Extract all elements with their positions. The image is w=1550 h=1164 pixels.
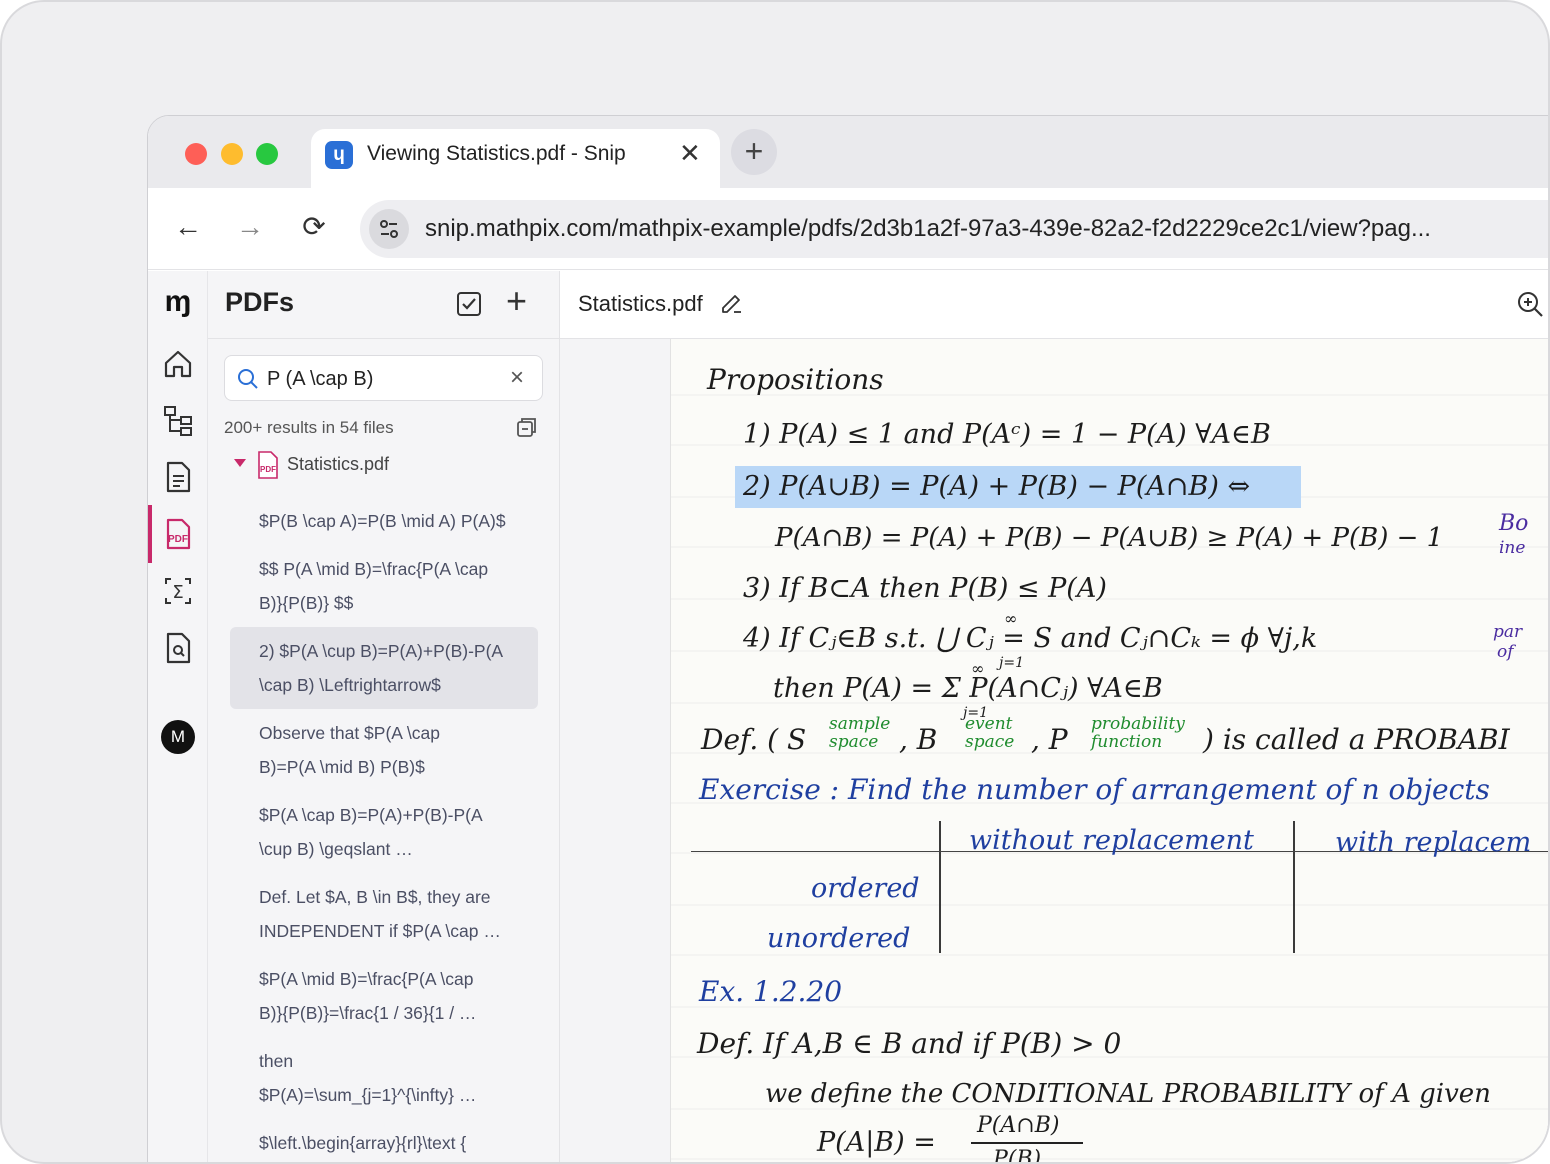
conditional-formula-denominator: P(B)	[993, 1147, 1042, 1164]
address-bar[interactable]: snip.mathpix.com/mathpix-example/pdfs/2d…	[360, 200, 1548, 258]
list-item[interactable]: Def. Let $A, B \in B$, they are INDEPEND…	[230, 873, 538, 955]
list-item[interactable]: $P(B \cap A)=P(B \mid A) P(A)$	[230, 497, 538, 545]
mathpix-app: ɱ PDF Σ M PDFs + P (A \cap B) × 200+ res…	[148, 271, 1548, 1164]
select-checkbox-icon[interactable]	[456, 291, 482, 317]
proposition-1: 1) P(A) ≤ 1 and P(Aᶜ) = 1 − P(A) ∀A∈B	[743, 419, 1271, 450]
reload-icon[interactable]: ⟳	[299, 212, 329, 242]
pdf-file-icon: PDF	[255, 451, 281, 479]
close-window-button[interactable]	[185, 143, 207, 165]
back-arrow-icon[interactable]: ←	[173, 212, 203, 242]
definition-triple-c: , P	[1031, 723, 1068, 756]
site-settings-icon[interactable]	[369, 209, 409, 249]
mathpix-favicon-icon: ɥ	[325, 141, 353, 169]
list-item[interactable]: $\left.\begin{array}{rl}\text { Recall: …	[230, 1119, 538, 1162]
column-without-replacement: without replacement	[969, 825, 1254, 856]
svg-text:Σ: Σ	[172, 582, 183, 603]
fraction-bar	[971, 1142, 1083, 1144]
active-indicator	[148, 505, 152, 563]
union-superscript: ∞	[1004, 609, 1018, 628]
search-value[interactable]: P (A \cap B)	[267, 368, 373, 391]
edit-pencil-icon[interactable]	[720, 291, 744, 315]
folder-tree-icon[interactable]	[161, 403, 195, 437]
pdf-viewer: Statistics.pdf Propositions 1) P(A) ≤ 1 …	[560, 271, 1548, 1164]
definition-triple-a: Def. ( S	[701, 723, 807, 756]
table-divider-right	[1293, 821, 1295, 953]
browser-window: ɥ Viewing Statistics.pdf - Snip ✕ + ← → …	[147, 115, 1548, 1164]
union-subscript: j=1	[999, 655, 1024, 671]
forward-arrow-icon[interactable]: →	[235, 212, 265, 242]
search-input[interactable]: P (A \cap B) ×	[224, 355, 543, 401]
list-item[interactable]: then $P(A)=\sum_{j=1}^{\infty} …	[230, 1037, 538, 1119]
browser-toolbar: ← → ⟳ snip.mathpix.com/mathpix-example/p…	[148, 188, 1548, 270]
svg-text:PDF: PDF	[168, 534, 188, 545]
sum-superscript: ∞	[971, 659, 985, 678]
list-item[interactable]: $P(A \mid B)=\frac{P(A \cap B)}{P(B)}=\f…	[230, 955, 538, 1037]
document-title: Statistics.pdf	[578, 291, 703, 316]
url-text[interactable]: snip.mathpix.com/mathpix-example/pdfs/2d…	[425, 215, 1545, 243]
tab-strip: ɥ Viewing Statistics.pdf - Snip ✕ +	[148, 116, 1548, 188]
document-search-icon[interactable]	[161, 631, 195, 665]
definition-triple-d: ) is called a PROBABI	[1203, 723, 1510, 756]
row-unordered: unordered	[767, 923, 911, 954]
pdf-icon[interactable]: PDF	[161, 517, 195, 551]
clear-search-icon[interactable]: ×	[510, 364, 524, 392]
nav-rail: ɱ PDF Σ M	[148, 271, 208, 1162]
list-item[interactable]: $P(A \cap B)=P(A)+P(B)-P(A \cup B) \geqs…	[230, 791, 538, 873]
screenshot-frame: ɥ Viewing Statistics.pdf - Snip ✕ + ← → …	[0, 0, 1550, 1164]
conditional-formula-numerator: P(A∩B)	[977, 1113, 1060, 1138]
collapse-all-icon[interactable]	[516, 416, 538, 438]
definition-triple-b: , B	[899, 723, 938, 756]
proposition-4-sum: then P(A) = Σ P(A∩Cⱼ) ∀A∈B	[773, 673, 1163, 704]
document-canvas[interactable]: Propositions 1) P(A) ≤ 1 and P(Aᶜ) = 1 −…	[560, 339, 1548, 1164]
mathpix-logo-icon[interactable]: ɱ	[160, 285, 196, 321]
margin-note-bo: Bo	[1499, 511, 1529, 536]
definition-conditional: Def. If A,B ∈ B and if P(B) > 0	[697, 1027, 1122, 1060]
tab-title: Viewing Statistics.pdf - Snip	[367, 142, 626, 165]
handwritten-page: Propositions 1) P(A) ≤ 1 and P(Aᶜ) = 1 −…	[670, 339, 1548, 1164]
search-results-list: $P(B \cap A)=P(B \mid A) P(A)$ $$ P(A \m…	[230, 497, 538, 1162]
tab-close-button[interactable]: ✕	[679, 138, 701, 169]
table-divider-left	[939, 821, 941, 953]
sidebar-title: PDFs	[225, 287, 295, 317]
probability-function-note: probability function	[1091, 714, 1185, 752]
proposition-2: 2) P(A∪B) = P(A) + P(B) − P(A∩B) ⇔	[743, 471, 1251, 502]
proposition-4: 4) If Cⱼ∈B s.t. ⋃ Cⱼ = S and Cⱼ∩Cₖ = ϕ ∀…	[743, 623, 1318, 654]
maximize-window-button[interactable]	[256, 143, 278, 165]
propositions-heading: Propositions	[707, 363, 884, 396]
row-ordered: ordered	[811, 873, 920, 904]
zoom-in-icon[interactable]	[1516, 290, 1544, 318]
minimize-window-button[interactable]	[221, 143, 243, 165]
event-space-note: event space	[965, 714, 1015, 752]
margin-note-of: of	[1497, 642, 1514, 662]
proposition-2-inequality: P(A∩B) = P(A) + P(B) − P(A∪B) ≥ P(A) + P…	[775, 523, 1444, 553]
list-item[interactable]: Observe that $P(A \cap B)=P(A \mid B) P(…	[230, 709, 538, 791]
conditional-probability-line: we define the CONDITIONAL PROBABILITY of…	[765, 1079, 1491, 1109]
file-name[interactable]: Statistics.pdf	[287, 454, 389, 475]
column-with-replacement: with replacem	[1335, 827, 1532, 858]
new-tab-button[interactable]: +	[731, 129, 777, 175]
pdf-sidebar: PDFs + P (A \cap B) × 200+ results in 54…	[208, 271, 560, 1162]
home-icon[interactable]	[161, 347, 195, 381]
caret-down-icon[interactable]	[234, 459, 246, 467]
viewer-header: Statistics.pdf	[560, 271, 1548, 339]
browser-tab[interactable]: ɥ Viewing Statistics.pdf - Snip ✕	[311, 129, 720, 188]
search-icon	[237, 368, 259, 390]
document-icon[interactable]	[161, 460, 195, 494]
avatar[interactable]: M	[161, 720, 195, 754]
margin-note-ine: ine	[1499, 538, 1526, 558]
conditional-formula-left: P(A|B) =	[817, 1127, 936, 1158]
sigma-snip-icon[interactable]: Σ	[161, 574, 195, 608]
svg-text:PDF: PDF	[260, 465, 276, 474]
exercise-line: Exercise : Find the number of arrangemen…	[699, 773, 1490, 806]
list-item-selected[interactable]: 2) $P(A \cup B)=P(A)+P(B)-P(A \cap B) \L…	[230, 627, 538, 709]
proposition-3: 3) If B⊂A then P(B) ≤ P(A)	[743, 573, 1107, 604]
sample-space-note: sample space	[829, 714, 891, 752]
add-pdf-button[interactable]: +	[506, 283, 527, 319]
list-item[interactable]: $$ P(A \mid B)=\frac{P(A \cap B)}{P(B)} …	[230, 545, 538, 627]
example-ref: Ex. 1.2.20	[699, 975, 843, 1008]
sidebar-header: PDFs +	[208, 271, 559, 339]
margin-note-par: par	[1493, 622, 1523, 642]
result-count: 200+ results in 54 files	[224, 418, 394, 437]
